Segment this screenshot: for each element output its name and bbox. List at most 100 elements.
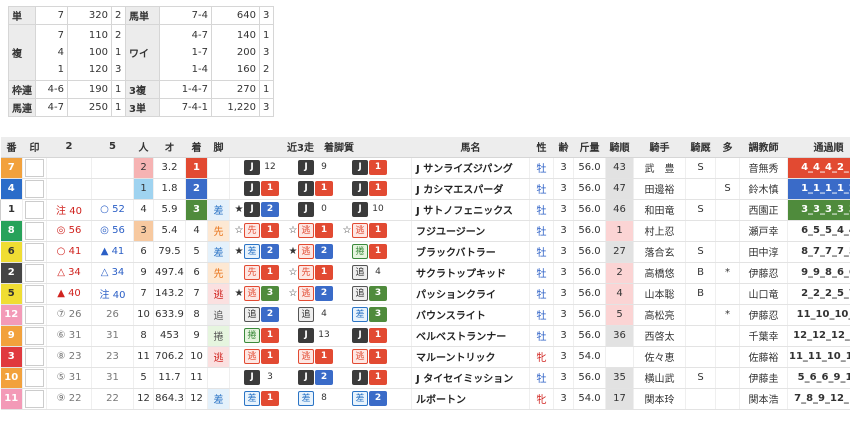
table-row[interactable]: 4 1 1.8 2 J 1 J 1 J 1 J カシマエスパーダ牡 3 56.0 47 田邊裕 S 鈴木慎 1_1…	[0, 178, 850, 200]
table-row[interactable]: 5 ▲ 40 注 40 7 143.2 7 逃 ★ 逃 3 ☆ 逃 2 追 3 パッションクライ牡 3 56.0 4…	[0, 283, 850, 305]
recent-race[interactable]: J 13	[288, 328, 340, 344]
jockey[interactable]: 武 豊	[633, 157, 686, 179]
horse-name[interactable]: サクラトップキッド	[411, 262, 530, 284]
recent-race[interactable]: 逃1	[234, 349, 286, 365]
mark-select[interactable]	[25, 263, 44, 282]
jockey[interactable]: 村上忍	[633, 220, 686, 242]
horse-name[interactable]: ルボートン	[411, 388, 530, 410]
column-header[interactable]: 騎手	[633, 137, 686, 158]
table-row[interactable]: 8 ◎ 56 ◎ 56 3 5.4 4 先 ☆ 先 1 ☆ 逃 1 ☆ 逃 1 フジユージーン牡 3 56.0 1 村上…	[0, 220, 850, 242]
mark-select[interactable]	[25, 326, 44, 345]
recent-race[interactable]: 追2	[234, 307, 286, 323]
table-row[interactable]: 7 2 3.2 1 J 12 J 9 J 1 J サンライズジパング牡 3 56.0 43 武 豊 S 音無秀 4…	[0, 157, 850, 179]
jockey[interactable]: 山本聡	[633, 283, 686, 305]
trainer[interactable]: 伊藤忍	[739, 304, 788, 326]
horse-name[interactable]: J サトノフェニックス	[411, 199, 530, 221]
jockey[interactable]: 横山武	[633, 367, 686, 389]
jockey[interactable]: 高橋悠	[633, 262, 686, 284]
jockey[interactable]: 田邊裕	[633, 178, 686, 200]
recent-race[interactable]: ★ 逃 3	[234, 286, 286, 302]
column-header[interactable]: 脚	[207, 137, 230, 158]
mark-select[interactable]	[25, 200, 44, 219]
mark-select[interactable]	[25, 305, 44, 324]
recent-race[interactable]: J1	[342, 160, 394, 176]
mark-select[interactable]	[25, 347, 44, 366]
jockey[interactable]: 関本玲	[633, 388, 686, 410]
trainer[interactable]: 山口竜	[739, 283, 788, 305]
recent-race[interactable]: ★ 逃 2	[288, 244, 340, 260]
jockey[interactable]: 佐々恵	[633, 346, 686, 368]
recent-race[interactable]: 逃1	[342, 349, 394, 365]
jockey[interactable]: 西啓太	[633, 325, 686, 347]
column-header[interactable]: 5	[91, 137, 134, 158]
recent-race[interactable]: ★ 差 2	[234, 244, 286, 260]
recent-race[interactable]: J1	[342, 370, 394, 386]
jockey[interactable]: 和田竜	[633, 199, 686, 221]
table-row[interactable]: 11 ⑨ 22 22 12 864.3 12 差差 1 差 8 差 2 ルボートン牝 3 54.0 17 関本玲…	[0, 388, 850, 410]
horse-name[interactable]: ベルベストランナー	[411, 325, 530, 347]
table-row[interactable]: 6 ○ 41 ▲ 41 6 79.5 5 差 ★ 差 2 ★ 逃 2 捲 1 ブラックバトラー牡 3 56.0 27…	[0, 241, 850, 263]
recent-race[interactable]: 差1	[234, 391, 286, 407]
mark-select[interactable]	[25, 221, 44, 240]
recent-race[interactable]: J0	[288, 202, 340, 218]
trainer[interactable]: 田中淳	[739, 241, 788, 263]
recent-race[interactable]: ☆ 逃 2	[288, 286, 340, 302]
trainer[interactable]: 佐藤裕	[739, 346, 788, 368]
column-header[interactable]: 騎順	[605, 137, 634, 158]
column-header[interactable]: 2	[46, 137, 92, 158]
recent-race[interactable]: 差2	[342, 391, 394, 407]
recent-race[interactable]: ★ J 2	[234, 202, 286, 218]
mark-select[interactable]	[25, 368, 44, 387]
column-header[interactable]: 着	[185, 137, 208, 158]
recent-race[interactable]: J9	[288, 160, 340, 176]
column-header[interactable]: オ	[153, 137, 186, 158]
column-header[interactable]: 性	[529, 137, 554, 158]
horse-name[interactable]: J カシマエスパーダ	[411, 178, 530, 200]
column-header[interactable]: 斤量	[573, 137, 606, 158]
horse-name[interactable]: J サンライズジパング	[411, 157, 530, 179]
table-row[interactable]: 12 ⑦ 26 26 10 633.9 8 追追 2 追 4 差 3 バウンスライト牡 3 56.0 5 高松亮…	[0, 304, 850, 326]
recent-race[interactable]: J2	[288, 370, 340, 386]
trainer[interactable]: 千葉幸	[739, 325, 788, 347]
table-row[interactable]: 10 ⑤ 31 31 5 11.7 11 J 3 J 2 J 1 J タイセイミッション牡 3 56.0 35…	[0, 367, 850, 389]
mark-select[interactable]	[25, 242, 44, 261]
column-header[interactable]: 多	[715, 137, 740, 158]
recent-race[interactable]: ☆ 先 1	[288, 265, 340, 281]
column-header[interactable]: 人	[133, 137, 154, 158]
recent-race[interactable]: 追4	[342, 265, 394, 281]
trainer[interactable]: 伊藤圭	[739, 367, 788, 389]
horse-name[interactable]: ブラックバトラー	[411, 241, 530, 263]
recent-race[interactable]: J1	[288, 181, 340, 197]
jockey[interactable]: 高松亮	[633, 304, 686, 326]
column-header[interactable]: 近3走 着脚質	[229, 137, 412, 158]
trainer[interactable]: 伊藤忍	[739, 262, 788, 284]
mark-select[interactable]	[25, 284, 44, 303]
trainer[interactable]: 西園正	[739, 199, 788, 221]
table-row[interactable]: 2 △ 34 △ 34 9 497.4 6 先先 1 ☆ 先 1 追 4 サクラトップキッド牡 3 56.0 2…	[0, 262, 850, 284]
column-header[interactable]: 調教師	[739, 137, 788, 158]
table-row[interactable]: 3⑧ 23 23 11 706.2 10 逃逃 1 逃 1 逃 1 マルーントリック牝 3 54.0 佐々恵…	[0, 346, 850, 368]
recent-race[interactable]: ☆ 逃 1	[342, 223, 394, 239]
table-row[interactable]: 1注 40 ○ 52 4 5.9 3 差 ★ J 2 J 0 J 10 J サトノフェニックス牡 3 56.0…	[0, 199, 850, 221]
column-header[interactable]: 通過順	[787, 137, 850, 158]
recent-race[interactable]: 差8	[288, 391, 340, 407]
trainer[interactable]: 鈴木慎	[739, 178, 788, 200]
recent-race[interactable]: 追3	[342, 286, 394, 302]
mark-select[interactable]	[25, 158, 44, 177]
horse-name[interactable]: J タイセイミッション	[411, 367, 530, 389]
jockey[interactable]: 落合玄	[633, 241, 686, 263]
recent-race[interactable]: 差3	[342, 307, 394, 323]
recent-race[interactable]: 追4	[288, 307, 340, 323]
horse-name[interactable]: マルーントリック	[411, 346, 530, 368]
recent-race[interactable]: ☆ 先 1	[234, 223, 286, 239]
column-header[interactable]: 印	[22, 137, 47, 158]
table-row[interactable]: 9⑥ 31 31 8 453 9 捲捲 1 J 13 J 1 ベルベストランナー牡 3 56.0 36 西啓太…	[0, 325, 850, 347]
recent-race[interactable]: 逃1	[288, 349, 340, 365]
recent-race[interactable]: 捲1	[342, 244, 394, 260]
trainer[interactable]: 音無秀	[739, 157, 788, 179]
recent-race[interactable]: ☆ 逃 1	[288, 223, 340, 239]
trainer[interactable]: 関本浩	[739, 388, 788, 410]
recent-race[interactable]: J1	[342, 328, 394, 344]
recent-race[interactable]: J 10	[342, 202, 394, 218]
horse-name[interactable]: パッションクライ	[411, 283, 530, 305]
